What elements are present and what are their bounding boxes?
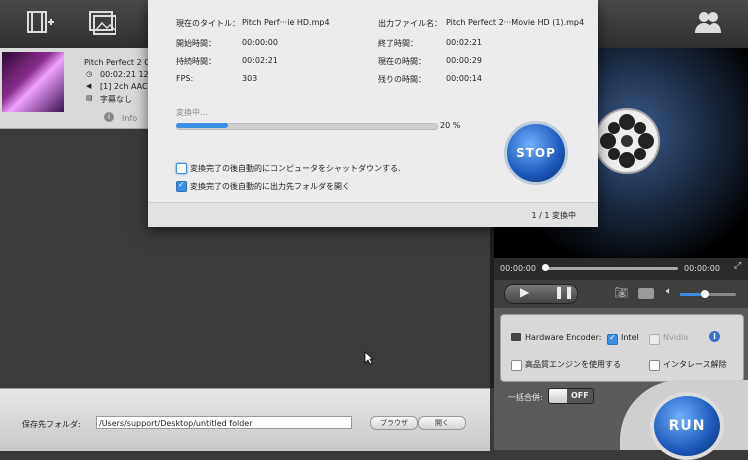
film-reel-icon xyxy=(594,108,660,174)
remaining-value: 00:00:14 xyxy=(446,74,482,83)
merge-toggle[interactable]: OFF xyxy=(548,388,594,404)
time-end: 00:00:00 xyxy=(684,264,720,273)
current-title-value: Pitch Perf···ie HD.mp4 xyxy=(242,18,330,27)
progress-percent: 20 % xyxy=(440,121,461,130)
current-title-label: 現在のタイトル： xyxy=(176,19,240,28)
start-time-value: 00:00:00 xyxy=(242,38,278,47)
conversion-count: 1 / 1 変換中 xyxy=(531,211,576,220)
shutdown-label: 変換完了の後自動的にコンピュータをシャットダウンする. xyxy=(190,164,401,173)
current-time-label: 現在の時間： xyxy=(378,57,426,66)
duration-label: 持続時間： xyxy=(176,57,216,66)
nvidia-label: Nvidia xyxy=(663,333,689,342)
info-label[interactable]: Info xyxy=(122,114,137,123)
time-bar: 00:00:00 00:00:00 ⤢ xyxy=(494,258,748,280)
folder-icon[interactable] xyxy=(638,288,654,299)
fps-label: FPS: xyxy=(176,74,194,83)
time-start: 00:00:00 xyxy=(500,264,536,273)
current-time-value: 00:00:29 xyxy=(446,56,482,65)
file-subtitle: 字幕なし xyxy=(100,95,132,104)
speaker-icon: ◀ xyxy=(86,82,92,90)
add-photo-icon[interactable] xyxy=(88,8,117,36)
output-folder-label: 保存先フォルダ: xyxy=(22,420,81,429)
intel-label: Intel xyxy=(621,333,639,342)
hq-engine-checkbox[interactable] xyxy=(511,360,522,371)
file-title: Pitch Perfect 2 C xyxy=(84,58,150,67)
hardware-chip-icon xyxy=(511,333,521,341)
status-text: 変換中... xyxy=(176,108,208,117)
camera-icon[interactable]: 📷︎ xyxy=(614,286,628,299)
encoder-settings-box: Hardware Encoder: Intel Nvidia i 高品質エンジン… xyxy=(500,314,744,382)
seek-handle[interactable] xyxy=(542,264,549,271)
hq-engine-label: 高品質エンジンを使用する xyxy=(525,360,621,369)
hw-encoder-label: Hardware Encoder: xyxy=(525,333,602,342)
pause-icon[interactable]: ❚❚ xyxy=(554,285,574,299)
stop-button[interactable]: STOP xyxy=(504,121,568,185)
deinterlace-label: インタレース解除 xyxy=(663,360,727,369)
duration-value: 00:02:21 xyxy=(242,56,278,65)
file-duration: 00:02:21 12 xyxy=(100,70,149,79)
subtitle-icon: ▤ xyxy=(86,94,93,102)
end-time-label: 終了時間： xyxy=(378,39,418,48)
conversion-dialog xyxy=(148,0,598,226)
play-icon[interactable]: ▶ xyxy=(520,285,529,299)
mouse-cursor-icon xyxy=(364,351,374,365)
dialog-footer: 1 / 1 変換中 xyxy=(148,202,598,227)
clock-icon: ◷ xyxy=(86,70,93,78)
volume-icon[interactable]: 🔈︎ xyxy=(666,286,672,297)
start-time-label: 開始時間： xyxy=(176,39,216,48)
output-folder-input[interactable]: /Users/support/Desktop/untitled folder xyxy=(96,416,352,429)
output-file-value: Pitch Perfect 2···Movie HD (1).mp4 xyxy=(446,18,585,27)
info-icon[interactable]: i xyxy=(104,112,114,122)
video-thumbnail xyxy=(2,52,64,112)
users-icon[interactable] xyxy=(694,8,722,36)
progress-fill xyxy=(176,123,228,128)
deinterlace-checkbox[interactable] xyxy=(649,360,660,371)
open-folder-label: 変換完了の後自動的に出力先フォルダを開く xyxy=(190,182,350,191)
add-video-icon[interactable] xyxy=(26,8,54,36)
toggle-knob xyxy=(549,389,567,403)
remaining-label: 残りの時間： xyxy=(378,75,426,84)
fullscreen-icon[interactable]: ⤢ xyxy=(734,261,741,271)
fps-value: 303 xyxy=(242,74,258,83)
output-file-label: 出力ファイル名： xyxy=(378,19,442,28)
volume-handle[interactable] xyxy=(701,290,710,298)
file-audio: [1] 2ch AAC xyxy=(100,82,148,91)
shutdown-checkbox[interactable] xyxy=(176,163,187,174)
browse-button[interactable]: ブラウザ xyxy=(370,416,418,430)
info-icon[interactable]: i xyxy=(709,331,720,342)
open-folder-button[interactable]: 開く xyxy=(418,416,466,430)
player-controls: ▶ ❚❚ 📷︎ 🔈︎ xyxy=(494,280,748,308)
merge-toggle-state: OFF xyxy=(571,391,589,400)
intel-checkbox[interactable] xyxy=(607,333,618,345)
end-time-value: 00:02:21 xyxy=(446,38,482,47)
nvidia-checkbox[interactable] xyxy=(649,334,660,345)
open-folder-checkbox[interactable] xyxy=(176,180,187,192)
merge-label: 一括合併: xyxy=(508,393,543,402)
seek-bar[interactable] xyxy=(544,267,678,270)
bottom-bar: 保存先フォルダ: /Users/support/Desktop/untitled… xyxy=(0,388,490,451)
